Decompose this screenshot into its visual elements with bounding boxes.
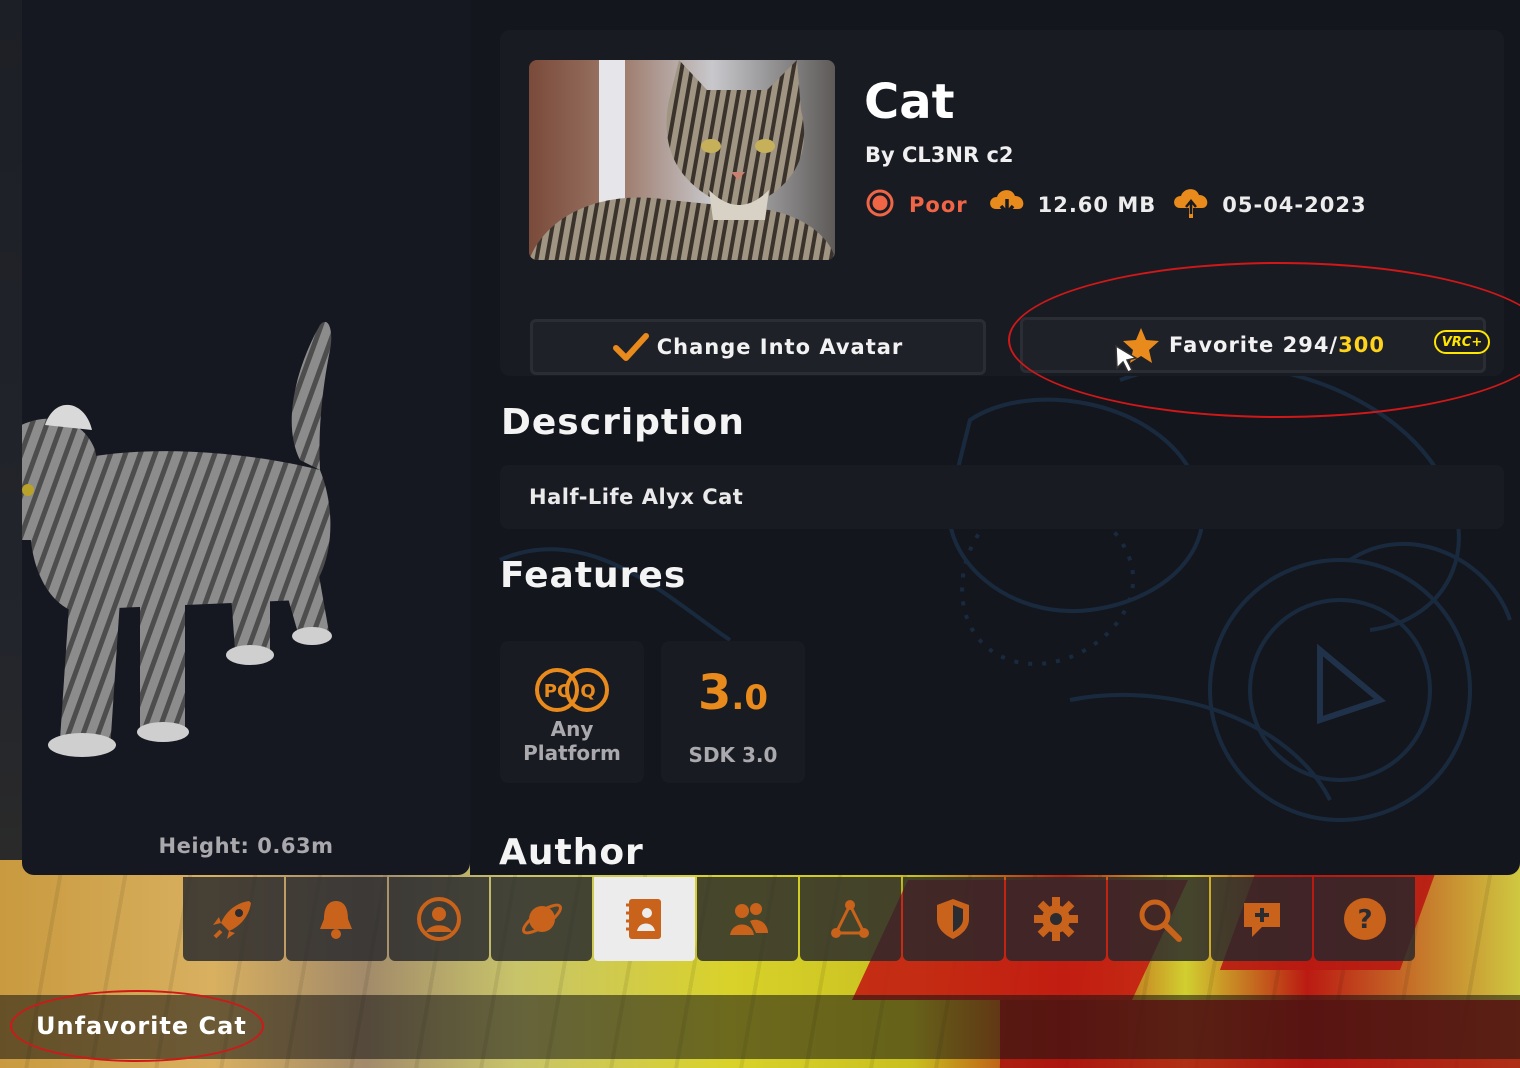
avatar-info-card: Cat By CL3NR c2 Poor 12.60 MB 05-04-2023… [500,30,1520,418]
feature-platform-line2: Platform [523,741,621,765]
svg-text:Q: Q [580,681,595,702]
nav-worlds[interactable] [491,877,593,961]
planet-icon [521,903,562,935]
nav-notifications[interactable] [285,877,387,961]
download-cloud-icon [988,187,1026,224]
avatars-icon [625,899,661,939]
download-size: 12.60 MB [1037,193,1157,217]
nav-avatars[interactable] [594,877,696,961]
bell-icon [320,901,353,939]
pc-quest-icon: PC Q [500,667,644,717]
nav-groups[interactable] [799,877,901,961]
feature-platform-line1: Any [550,717,594,741]
upload-cloud-icon [1172,186,1210,225]
avatar-author-byline[interactable]: By CL3NR c2 [865,143,1014,167]
profile-icon [417,897,462,941]
nav-settings[interactable] [1005,877,1107,961]
author-heading: Author [499,832,644,873]
performance-rating-icon [865,188,895,223]
sdk-version-icon: 3.0 [698,665,768,721]
search-icon [1139,899,1182,942]
avatar-preview-panel[interactable]: Height: 0.63m [22,0,470,875]
nav-launch-pad[interactable] [183,877,284,961]
shield-icon [937,899,970,939]
description-box: Half-Life Alyx Cat [500,465,1504,529]
upload-date: 05-04-2023 [1222,193,1367,217]
feature-platform: PC Q Any Platform [500,641,644,783]
feature-sdk: 3.0 SDK 3.0 [661,641,805,783]
nav-help[interactable]: ? [1314,877,1415,961]
avatar-thumbnail [529,60,835,260]
nav-search[interactable] [1108,877,1210,961]
mouse-cursor-icon [1115,344,1138,374]
avatar-title: Cat [864,74,955,130]
nav-profile[interactable] [388,877,490,961]
performance-rating: Poor [909,193,968,217]
nav-social[interactable] [697,877,798,961]
friends-icon [729,903,768,935]
annotation-ellipse-favorite [1008,262,1520,418]
change-into-avatar-label: Change Into Avatar [656,335,904,359]
description-heading: Description [501,402,745,443]
bottom-navigation: ? [183,877,1415,961]
avatar-stats-row: Poor 12.60 MB 05-04-2023 [865,188,1383,222]
feature-sdk-label: SDK 3.0 [688,743,778,767]
nav-quick-chat[interactable] [1211,877,1313,961]
svg-text:PC: PC [544,681,570,702]
nav-safety[interactable] [902,877,1004,961]
cat-avatar-model [22,321,332,757]
help-icon: ? [1343,898,1386,940]
svg-text:?: ? [1357,905,1372,935]
checkmark-icon [612,332,649,362]
gear-icon [1034,897,1079,941]
avatar-detail-panel: Cat By CL3NR c2 Poor 12.60 MB 05-04-2023… [470,0,1520,875]
annotation-ellipse-toast [10,990,264,1062]
rocket-icon [213,901,252,939]
features-heading: Features [500,555,687,596]
change-into-avatar-button[interactable]: Change Into Avatar [530,319,986,375]
add-chat-icon [1243,903,1280,937]
avatar-height-label: Height: 0.63m [158,834,334,858]
network-icon [831,900,870,938]
description-text: Half-Life Alyx Cat [529,485,744,509]
